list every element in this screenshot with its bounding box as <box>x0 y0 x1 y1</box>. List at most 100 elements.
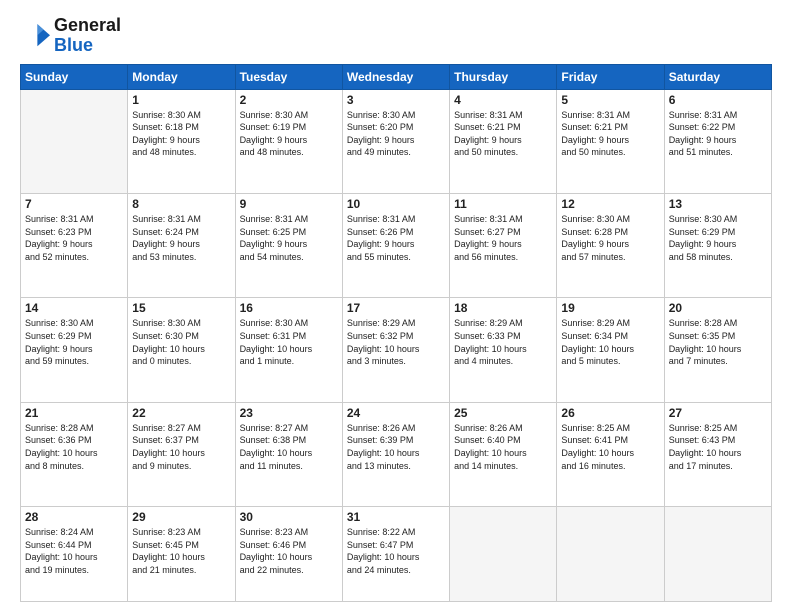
day-number: 17 <box>347 301 445 315</box>
calendar-header-row: SundayMondayTuesdayWednesdayThursdayFrid… <box>21 64 772 89</box>
calendar-cell: 11 Sunrise: 8:31 AM Sunset: 6:27 PM Dayli… <box>450 193 557 297</box>
day-number: 27 <box>669 406 767 420</box>
calendar-table: SundayMondayTuesdayWednesdayThursdayFrid… <box>20 64 772 602</box>
page: General Blue SundayMondayTuesdayWednesda… <box>0 0 792 612</box>
day-number: 2 <box>240 93 338 107</box>
calendar-cell: 9 Sunrise: 8:31 AM Sunset: 6:25 PM Daylig… <box>235 193 342 297</box>
logo-general: General <box>54 16 121 36</box>
day-info: Sunrise: 8:31 AM Sunset: 6:26 PM Dayligh… <box>347 213 445 263</box>
calendar-cell: 4Sunrise: 8:31 AM Sunset: 6:21 PM Daylig… <box>450 89 557 193</box>
day-number: 11 <box>454 197 552 211</box>
day-info: Sunrise: 8:24 AM Sunset: 6:44 PM Dayligh… <box>25 526 123 576</box>
calendar-cell <box>664 507 771 602</box>
day-number: 21 <box>25 406 123 420</box>
calendar-header-monday: Monday <box>128 64 235 89</box>
day-info: Sunrise: 8:31 AM Sunset: 6:21 PM Dayligh… <box>561 109 659 159</box>
day-number: 6 <box>669 93 767 107</box>
day-number: 16 <box>240 301 338 315</box>
calendar-cell: 5 Sunrise: 8:31 AM Sunset: 6:21 PM Daylig… <box>557 89 664 193</box>
day-info: Sunrise: 8:27 AM Sunset: 6:37 PM Dayligh… <box>132 422 230 472</box>
calendar-cell: 12Sunrise: 8:30 AM Sunset: 6:28 PM Dayli… <box>557 193 664 297</box>
logo-icon <box>20 21 50 51</box>
day-info: Sunrise: 8:28 AM Sunset: 6:35 PM Dayligh… <box>669 317 767 367</box>
day-info: Sunrise: 8:23 AM Sunset: 6:45 PM Dayligh… <box>132 526 230 576</box>
day-info: Sunrise: 8:26 AM Sunset: 6:40 PM Dayligh… <box>454 422 552 472</box>
day-number: 10 <box>347 197 445 211</box>
day-info: Sunrise: 8:27 AM Sunset: 6:38 PM Dayligh… <box>240 422 338 472</box>
logo-text: General Blue <box>54 16 121 56</box>
day-number: 31 <box>347 510 445 524</box>
calendar-week-row-1: 1 Sunrise: 8:30 AM Sunset: 6:18 PM Daylig… <box>21 89 772 193</box>
day-number: 29 <box>132 510 230 524</box>
calendar-cell: 10 Sunrise: 8:31 AM Sunset: 6:26 PM Dayli… <box>342 193 449 297</box>
day-info: Sunrise: 8:30 AM Sunset: 6:20 PM Dayligh… <box>347 109 445 159</box>
day-info: Sunrise: 8:31 AM Sunset: 6:27 PM Dayligh… <box>454 213 552 263</box>
calendar-week-row-3: 14Sunrise: 8:30 AM Sunset: 6:29 PM Dayli… <box>21 298 772 402</box>
calendar-cell: 15 Sunrise: 8:30 AM Sunset: 6:30 PM Dayli… <box>128 298 235 402</box>
calendar-cell: 28Sunrise: 8:24 AM Sunset: 6:44 PM Dayli… <box>21 507 128 602</box>
calendar-cell: 31 Sunrise: 8:22 AM Sunset: 6:47 PM Dayli… <box>342 507 449 602</box>
day-info: Sunrise: 8:30 AM Sunset: 6:19 PM Dayligh… <box>240 109 338 159</box>
calendar-cell: 23 Sunrise: 8:27 AM Sunset: 6:38 PM Dayli… <box>235 402 342 506</box>
calendar-cell: 3 Sunrise: 8:30 AM Sunset: 6:20 PM Daylig… <box>342 89 449 193</box>
day-info: Sunrise: 8:31 AM Sunset: 6:25 PM Dayligh… <box>240 213 338 263</box>
calendar-cell <box>557 507 664 602</box>
day-number: 3 <box>347 93 445 107</box>
day-number: 30 <box>240 510 338 524</box>
day-info: Sunrise: 8:30 AM Sunset: 6:28 PM Dayligh… <box>561 213 659 263</box>
calendar-cell: 13 Sunrise: 8:30 AM Sunset: 6:29 PM Dayli… <box>664 193 771 297</box>
day-info: Sunrise: 8:30 AM Sunset: 6:29 PM Dayligh… <box>669 213 767 263</box>
calendar-cell: 19Sunrise: 8:29 AM Sunset: 6:34 PM Dayli… <box>557 298 664 402</box>
day-info: Sunrise: 8:30 AM Sunset: 6:18 PM Dayligh… <box>132 109 230 159</box>
calendar-cell: 24 Sunrise: 8:26 AM Sunset: 6:39 PM Dayli… <box>342 402 449 506</box>
calendar-week-row-4: 21 Sunrise: 8:28 AM Sunset: 6:36 PM Dayli… <box>21 402 772 506</box>
logo: General Blue <box>20 16 121 56</box>
day-number: 22 <box>132 406 230 420</box>
day-number: 25 <box>454 406 552 420</box>
day-info: Sunrise: 8:30 AM Sunset: 6:29 PM Dayligh… <box>25 317 123 367</box>
day-number: 13 <box>669 197 767 211</box>
day-number: 9 <box>240 197 338 211</box>
day-info: Sunrise: 8:30 AM Sunset: 6:30 PM Dayligh… <box>132 317 230 367</box>
day-number: 18 <box>454 301 552 315</box>
day-info: Sunrise: 8:25 AM Sunset: 6:41 PM Dayligh… <box>561 422 659 472</box>
day-number: 24 <box>347 406 445 420</box>
day-number: 26 <box>561 406 659 420</box>
day-info: Sunrise: 8:22 AM Sunset: 6:47 PM Dayligh… <box>347 526 445 576</box>
day-number: 5 <box>561 93 659 107</box>
calendar-cell <box>21 89 128 193</box>
calendar-cell: 17 Sunrise: 8:29 AM Sunset: 6:32 PM Dayli… <box>342 298 449 402</box>
day-number: 8 <box>132 197 230 211</box>
calendar-cell: 26 Sunrise: 8:25 AM Sunset: 6:41 PM Dayli… <box>557 402 664 506</box>
calendar-cell <box>450 507 557 602</box>
day-number: 20 <box>669 301 767 315</box>
calendar-cell: 1 Sunrise: 8:30 AM Sunset: 6:18 PM Daylig… <box>128 89 235 193</box>
day-number: 4 <box>454 93 552 107</box>
calendar-cell: 30Sunrise: 8:23 AM Sunset: 6:46 PM Dayli… <box>235 507 342 602</box>
day-info: Sunrise: 8:26 AM Sunset: 6:39 PM Dayligh… <box>347 422 445 472</box>
day-info: Sunrise: 8:28 AM Sunset: 6:36 PM Dayligh… <box>25 422 123 472</box>
calendar-header-sunday: Sunday <box>21 64 128 89</box>
header: General Blue <box>20 16 772 56</box>
day-number: 1 <box>132 93 230 107</box>
calendar-cell: 21 Sunrise: 8:28 AM Sunset: 6:36 PM Dayli… <box>21 402 128 506</box>
day-number: 23 <box>240 406 338 420</box>
calendar-header-tuesday: Tuesday <box>235 64 342 89</box>
calendar-cell: 27Sunrise: 8:25 AM Sunset: 6:43 PM Dayli… <box>664 402 771 506</box>
calendar-cell: 22 Sunrise: 8:27 AM Sunset: 6:37 PM Dayli… <box>128 402 235 506</box>
day-info: Sunrise: 8:30 AM Sunset: 6:31 PM Dayligh… <box>240 317 338 367</box>
calendar-cell: 25 Sunrise: 8:26 AM Sunset: 6:40 PM Dayli… <box>450 402 557 506</box>
calendar-cell: 7Sunrise: 8:31 AM Sunset: 6:23 PM Daylig… <box>21 193 128 297</box>
day-number: 15 <box>132 301 230 315</box>
calendar-cell: 14Sunrise: 8:30 AM Sunset: 6:29 PM Dayli… <box>21 298 128 402</box>
calendar-header-wednesday: Wednesday <box>342 64 449 89</box>
calendar-week-row-2: 7Sunrise: 8:31 AM Sunset: 6:23 PM Daylig… <box>21 193 772 297</box>
day-number: 7 <box>25 197 123 211</box>
calendar-header-friday: Friday <box>557 64 664 89</box>
calendar-cell: 16 Sunrise: 8:30 AM Sunset: 6:31 PM Dayli… <box>235 298 342 402</box>
day-info: Sunrise: 8:29 AM Sunset: 6:33 PM Dayligh… <box>454 317 552 367</box>
calendar-cell: 8 Sunrise: 8:31 AM Sunset: 6:24 PM Daylig… <box>128 193 235 297</box>
day-info: Sunrise: 8:31 AM Sunset: 6:24 PM Dayligh… <box>132 213 230 263</box>
day-info: Sunrise: 8:29 AM Sunset: 6:34 PM Dayligh… <box>561 317 659 367</box>
day-info: Sunrise: 8:29 AM Sunset: 6:32 PM Dayligh… <box>347 317 445 367</box>
